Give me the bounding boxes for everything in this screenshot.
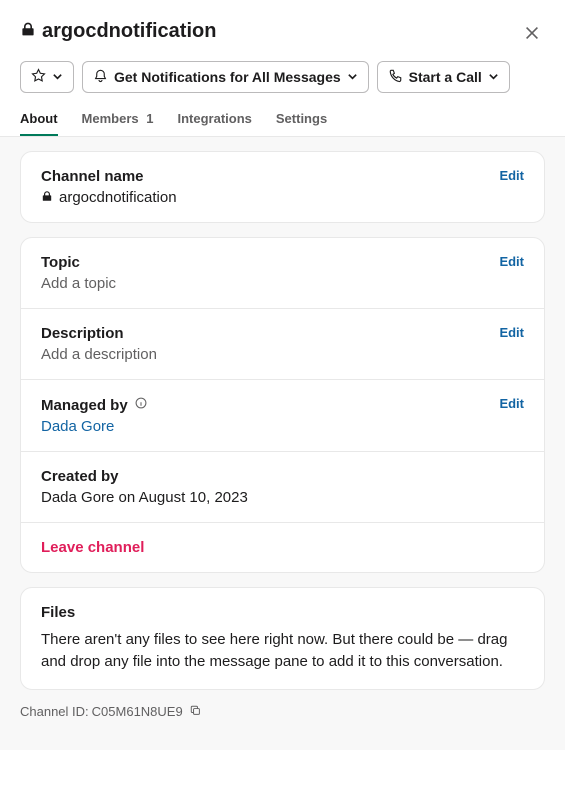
edit-channel-name[interactable]: Edit: [499, 168, 524, 183]
channel-name-label: Channel name: [41, 168, 177, 185]
channel-name-value: argocdnotification: [41, 189, 177, 206]
channel-title-text: argocdnotification: [42, 20, 216, 43]
chevron-down-icon: [52, 69, 63, 85]
channel-id-prefix: Channel ID:: [20, 704, 89, 719]
notifications-label: Get Notifications for All Messages: [114, 69, 341, 85]
created-by-value: Dada Gore on August 10, 2023: [41, 489, 524, 506]
lock-icon: [41, 189, 53, 206]
star-icon: [31, 68, 46, 86]
description-value: Add a description: [41, 346, 157, 363]
info-icon[interactable]: [134, 396, 148, 414]
members-count: 1: [146, 111, 153, 126]
managed-by-value[interactable]: Dada Gore: [41, 418, 148, 435]
leave-channel-button[interactable]: Leave channel: [41, 539, 524, 556]
copy-icon[interactable]: [189, 704, 202, 720]
chevron-down-icon: [488, 69, 499, 85]
edit-managed-by[interactable]: Edit: [499, 396, 524, 411]
edit-topic[interactable]: Edit: [499, 254, 524, 269]
created-by-label: Created by: [41, 468, 524, 485]
tab-about[interactable]: About: [20, 111, 58, 136]
tab-members[interactable]: Members 1: [82, 111, 154, 136]
topic-value: Add a topic: [41, 275, 116, 292]
topic-label: Topic: [41, 254, 116, 271]
channel-id-value: C05M61N8UE9: [92, 704, 183, 719]
description-label: Description: [41, 325, 157, 342]
lock-icon: [20, 20, 36, 43]
tabs: About Members 1 Integrations Settings: [0, 111, 565, 137]
managed-by-label: Managed by: [41, 396, 148, 414]
tab-integrations[interactable]: Integrations: [177, 111, 251, 136]
start-call-button[interactable]: Start a Call: [377, 61, 510, 93]
notifications-button[interactable]: Get Notifications for All Messages: [82, 61, 369, 93]
tab-settings[interactable]: Settings: [276, 111, 327, 136]
members-label: Members: [82, 111, 139, 126]
phone-icon: [388, 68, 403, 86]
channel-id: Channel ID: C05M61N8UE9: [20, 704, 545, 720]
call-label: Start a Call: [409, 69, 482, 85]
star-button[interactable]: [20, 61, 74, 93]
close-button[interactable]: [519, 20, 545, 49]
bell-icon: [93, 68, 108, 86]
files-label: Files: [41, 604, 524, 621]
edit-description[interactable]: Edit: [499, 325, 524, 340]
page-title: argocdnotification: [20, 20, 216, 43]
chevron-down-icon: [347, 69, 358, 85]
files-empty-text: There aren't any files to see here right…: [41, 629, 524, 673]
